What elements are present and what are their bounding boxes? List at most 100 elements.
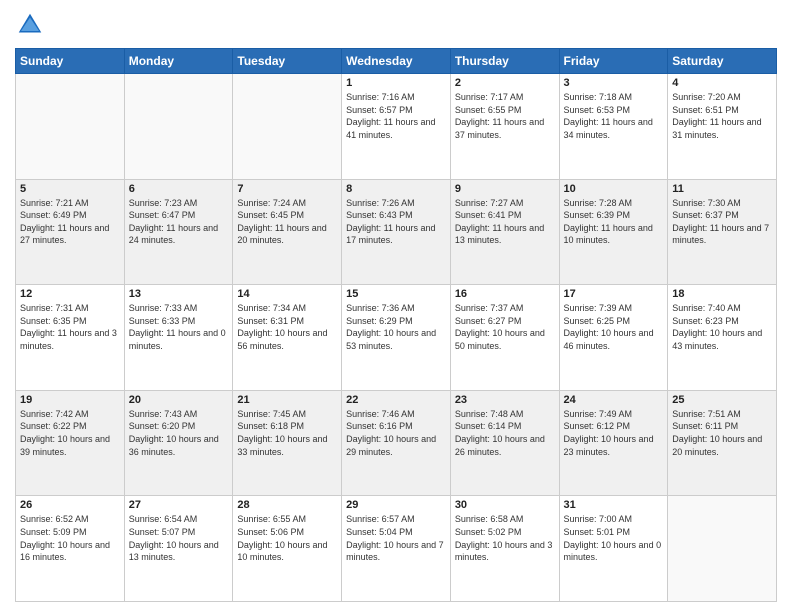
day-cell: 15 Sunrise: 7:36 AM Sunset: 6:29 PM Dayli… bbox=[342, 285, 451, 391]
day-number: 30 bbox=[455, 499, 555, 511]
day-cell: 24Sunrise: 7:49 AM Sunset: 6:12 PM Dayli… bbox=[559, 390, 668, 496]
day-info: Sunrise: 7:28 AM Sunset: 6:39 PM Dayligh… bbox=[564, 197, 664, 247]
day-cell: 14 Sunrise: 7:34 AM Sunset: 6:31 PM Dayli… bbox=[233, 285, 342, 391]
day-info: Sunrise: 7:30 AM Sunset: 6:37 PM Dayligh… bbox=[672, 197, 772, 247]
day-info: Sunrise: 7:26 AM Sunset: 6:43 PM Dayligh… bbox=[346, 197, 446, 247]
day-number: 5 bbox=[20, 183, 120, 195]
day-info: Sunrise: 7:36 AM Sunset: 6:29 PM Dayligh… bbox=[346, 302, 446, 352]
day-number: 2 bbox=[455, 77, 555, 89]
day-cell: 20 Sunrise: 7:43 AM Sunset: 6:20 PM Dayli… bbox=[124, 390, 233, 496]
day-number: 10 bbox=[564, 183, 664, 195]
day-info: Sunrise: 6:55 AM Sunset: 5:06 PM Dayligh… bbox=[237, 513, 337, 563]
day-cell: 12 Sunrise: 7:31 AM Sunset: 6:35 PM Dayli… bbox=[16, 285, 125, 391]
day-number: 18 bbox=[672, 288, 772, 300]
day-cell: 19 Sunrise: 7:42 AM Sunset: 6:22 PM Dayli… bbox=[16, 390, 125, 496]
weekday-header-saturday: Saturday bbox=[668, 49, 777, 74]
day-info: Sunrise: 7:18 AM Sunset: 6:53 PM Dayligh… bbox=[564, 91, 664, 141]
day-info: Sunrise: 6:54 AM Sunset: 5:07 PM Dayligh… bbox=[129, 513, 229, 563]
day-cell: 27 Sunrise: 6:54 AM Sunset: 5:07 PM Dayli… bbox=[124, 496, 233, 602]
day-number: 15 bbox=[346, 288, 446, 300]
day-info: Sunrise: 7:21 AM Sunset: 6:49 PM Dayligh… bbox=[20, 197, 120, 247]
day-cell: 11Sunrise: 7:30 AM Sunset: 6:37 PM Dayli… bbox=[668, 179, 777, 285]
day-info: Sunrise: 7:46 AM Sunset: 6:16 PM Dayligh… bbox=[346, 408, 446, 458]
day-cell bbox=[233, 74, 342, 180]
day-cell: 25 Sunrise: 7:51 AM Sunset: 6:11 PM Dayli… bbox=[668, 390, 777, 496]
day-cell: 23 Sunrise: 7:48 AM Sunset: 6:14 PM Dayli… bbox=[450, 390, 559, 496]
day-number: 1 bbox=[346, 77, 446, 89]
day-cell: 9 Sunrise: 7:27 AM Sunset: 6:41 PM Daylig… bbox=[450, 179, 559, 285]
day-number: 19 bbox=[20, 394, 120, 406]
day-cell: 7 Sunrise: 7:24 AM Sunset: 6:45 PM Daylig… bbox=[233, 179, 342, 285]
day-number: 17 bbox=[564, 288, 664, 300]
day-number: 21 bbox=[237, 394, 337, 406]
calendar: SundayMondayTuesdayWednesdayThursdayFrid… bbox=[15, 48, 777, 602]
day-info: Sunrise: 7:43 AM Sunset: 6:20 PM Dayligh… bbox=[129, 408, 229, 458]
day-cell: 6 Sunrise: 7:23 AM Sunset: 6:47 PM Daylig… bbox=[124, 179, 233, 285]
day-cell bbox=[124, 74, 233, 180]
day-info: Sunrise: 7:37 AM Sunset: 6:27 PM Dayligh… bbox=[455, 302, 555, 352]
day-info: Sunrise: 7:27 AM Sunset: 6:41 PM Dayligh… bbox=[455, 197, 555, 247]
day-info: Sunrise: 7:42 AM Sunset: 6:22 PM Dayligh… bbox=[20, 408, 120, 458]
day-cell: 2 Sunrise: 7:17 AM Sunset: 6:55 PM Daylig… bbox=[450, 74, 559, 180]
day-number: 29 bbox=[346, 499, 446, 511]
day-number: 27 bbox=[129, 499, 229, 511]
day-cell: 1 Sunrise: 7:16 AM Sunset: 6:57 PM Daylig… bbox=[342, 74, 451, 180]
day-cell: 26Sunrise: 6:52 AM Sunset: 5:09 PM Dayli… bbox=[16, 496, 125, 602]
day-number: 9 bbox=[455, 183, 555, 195]
day-number: 12 bbox=[20, 288, 120, 300]
day-info: Sunrise: 7:33 AM Sunset: 6:33 PM Dayligh… bbox=[129, 302, 229, 352]
day-cell: 16 Sunrise: 7:37 AM Sunset: 6:27 PM Dayli… bbox=[450, 285, 559, 391]
day-info: Sunrise: 7:24 AM Sunset: 6:45 PM Dayligh… bbox=[237, 197, 337, 247]
day-cell bbox=[16, 74, 125, 180]
page: SundayMondayTuesdayWednesdayThursdayFrid… bbox=[0, 0, 792, 612]
day-info: Sunrise: 7:23 AM Sunset: 6:47 PM Dayligh… bbox=[129, 197, 229, 247]
week-row-2: 5 Sunrise: 7:21 AM Sunset: 6:49 PM Daylig… bbox=[16, 179, 777, 285]
day-info: Sunrise: 7:51 AM Sunset: 6:11 PM Dayligh… bbox=[672, 408, 772, 458]
day-cell: 8 Sunrise: 7:26 AM Sunset: 6:43 PM Daylig… bbox=[342, 179, 451, 285]
day-number: 25 bbox=[672, 394, 772, 406]
day-cell bbox=[668, 496, 777, 602]
weekday-header-wednesday: Wednesday bbox=[342, 49, 451, 74]
day-info: Sunrise: 7:17 AM Sunset: 6:55 PM Dayligh… bbox=[455, 91, 555, 141]
day-cell: 22Sunrise: 7:46 AM Sunset: 6:16 PM Dayli… bbox=[342, 390, 451, 496]
week-row-5: 26Sunrise: 6:52 AM Sunset: 5:09 PM Dayli… bbox=[16, 496, 777, 602]
day-cell: 10 Sunrise: 7:28 AM Sunset: 6:39 PM Dayli… bbox=[559, 179, 668, 285]
weekday-header-friday: Friday bbox=[559, 49, 668, 74]
day-number: 7 bbox=[237, 183, 337, 195]
day-info: Sunrise: 7:20 AM Sunset: 6:51 PM Dayligh… bbox=[672, 91, 772, 141]
day-number: 23 bbox=[455, 394, 555, 406]
day-cell: 30Sunrise: 6:58 AM Sunset: 5:02 PM Dayli… bbox=[450, 496, 559, 602]
day-number: 14 bbox=[237, 288, 337, 300]
day-number: 16 bbox=[455, 288, 555, 300]
logo-icon bbox=[15, 10, 45, 40]
day-number: 3 bbox=[564, 77, 664, 89]
day-cell: 29Sunrise: 6:57 AM Sunset: 5:04 PM Dayli… bbox=[342, 496, 451, 602]
day-info: Sunrise: 7:48 AM Sunset: 6:14 PM Dayligh… bbox=[455, 408, 555, 458]
day-number: 13 bbox=[129, 288, 229, 300]
day-number: 28 bbox=[237, 499, 337, 511]
weekday-header-thursday: Thursday bbox=[450, 49, 559, 74]
day-info: Sunrise: 7:16 AM Sunset: 6:57 PM Dayligh… bbox=[346, 91, 446, 141]
logo bbox=[15, 10, 49, 40]
day-info: Sunrise: 7:31 AM Sunset: 6:35 PM Dayligh… bbox=[20, 302, 120, 352]
day-cell: 4 Sunrise: 7:20 AM Sunset: 6:51 PM Daylig… bbox=[668, 74, 777, 180]
header bbox=[15, 10, 777, 40]
day-number: 20 bbox=[129, 394, 229, 406]
day-info: Sunrise: 7:34 AM Sunset: 6:31 PM Dayligh… bbox=[237, 302, 337, 352]
day-cell: 17Sunrise: 7:39 AM Sunset: 6:25 PM Dayli… bbox=[559, 285, 668, 391]
week-row-3: 12 Sunrise: 7:31 AM Sunset: 6:35 PM Dayli… bbox=[16, 285, 777, 391]
weekday-header-sunday: Sunday bbox=[16, 49, 125, 74]
day-cell: 3 Sunrise: 7:18 AM Sunset: 6:53 PM Daylig… bbox=[559, 74, 668, 180]
day-cell: 13 Sunrise: 7:33 AM Sunset: 6:33 PM Dayli… bbox=[124, 285, 233, 391]
day-info: Sunrise: 7:00 AM Sunset: 5:01 PM Dayligh… bbox=[564, 513, 664, 563]
day-cell: 28 Sunrise: 6:55 AM Sunset: 5:06 PM Dayli… bbox=[233, 496, 342, 602]
day-number: 31 bbox=[564, 499, 664, 511]
day-cell: 31 Sunrise: 7:00 AM Sunset: 5:01 PM Dayli… bbox=[559, 496, 668, 602]
day-info: Sunrise: 7:40 AM Sunset: 6:23 PM Dayligh… bbox=[672, 302, 772, 352]
day-cell: 21Sunrise: 7:45 AM Sunset: 6:18 PM Dayli… bbox=[233, 390, 342, 496]
day-number: 8 bbox=[346, 183, 446, 195]
day-number: 4 bbox=[672, 77, 772, 89]
day-cell: 5 Sunrise: 7:21 AM Sunset: 6:49 PM Daylig… bbox=[16, 179, 125, 285]
day-number: 6 bbox=[129, 183, 229, 195]
day-number: 24 bbox=[564, 394, 664, 406]
